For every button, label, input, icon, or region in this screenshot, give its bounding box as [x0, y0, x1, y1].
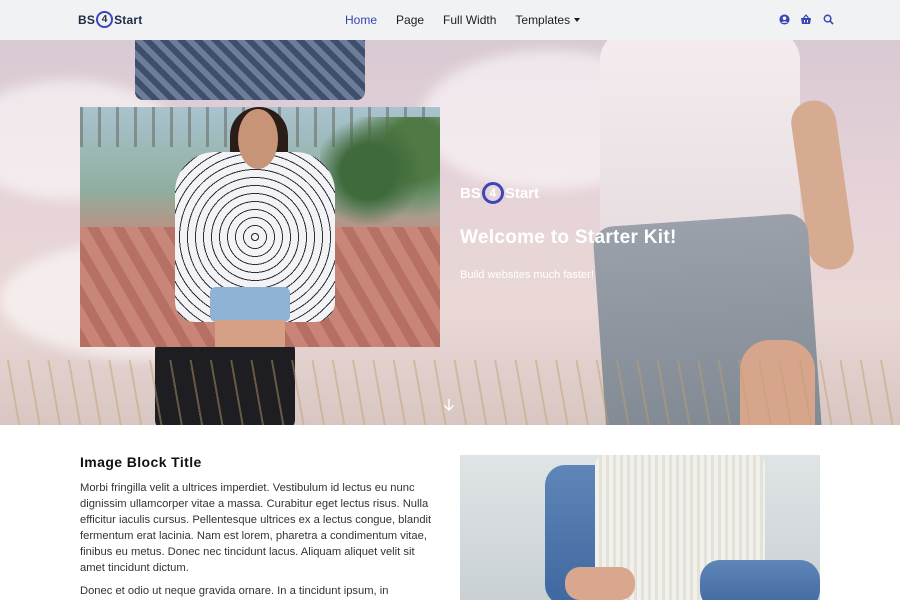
hero-title: Welcome to Starter Kit!	[460, 227, 677, 248]
brand-text-right: Start	[114, 12, 143, 27]
user-icon[interactable]	[778, 13, 790, 25]
photo-shorts	[210, 287, 290, 322]
hero-brand-ring: 4	[481, 182, 504, 204]
nav-link-page[interactable]: Page	[396, 13, 424, 27]
nav-icons	[778, 13, 834, 25]
photo-hands	[565, 567, 635, 600]
image-block-photo	[460, 455, 820, 600]
hero-bg-grass	[0, 360, 900, 425]
hero-brand-text-right: Start	[504, 184, 540, 202]
brand-logo[interactable]: BS 4 Start	[78, 11, 142, 28]
main-nav: Home Page Full Width Templates	[345, 13, 599, 27]
photo-trees	[320, 117, 440, 227]
hero-subtitle: Build websites much faster!	[460, 269, 594, 281]
brand-ring: 4	[96, 11, 114, 28]
photo-legs	[215, 320, 285, 347]
nav-link-templates[interactable]: Templates	[515, 13, 581, 27]
caret-down-icon	[574, 18, 581, 22]
image-block-paragraph: Donec et odio ut neque gravida ornare. I…	[80, 585, 389, 597]
arrow-down-icon[interactable]	[442, 397, 456, 413]
nav-link-templates-label: Templates	[515, 13, 571, 27]
nav-link-home[interactable]: Home	[345, 13, 377, 27]
photo-jeans	[700, 560, 820, 600]
navbar: BS 4 Start Home Page Full Width Template…	[0, 0, 900, 40]
hero-section: BS 4 Start Welcome to Starter Kit! Build…	[0, 40, 900, 425]
nav-link-full-width[interactable]: Full Width	[443, 13, 496, 27]
hero-brand-text-left: BS	[460, 184, 481, 202]
hero-brand-logo: BS 4 Start	[460, 182, 539, 204]
image-block-title: Image Block Title	[80, 454, 202, 470]
hero-bg-person-shirt	[135, 40, 365, 100]
basket-icon[interactable]	[800, 13, 812, 25]
brand-text-left: BS	[78, 12, 96, 27]
image-block-paragraph: Morbi fringilla velit a ultrices imperdi…	[80, 482, 432, 574]
photo-face	[238, 109, 278, 169]
search-icon[interactable]	[822, 13, 834, 25]
hero-photo	[80, 107, 440, 347]
